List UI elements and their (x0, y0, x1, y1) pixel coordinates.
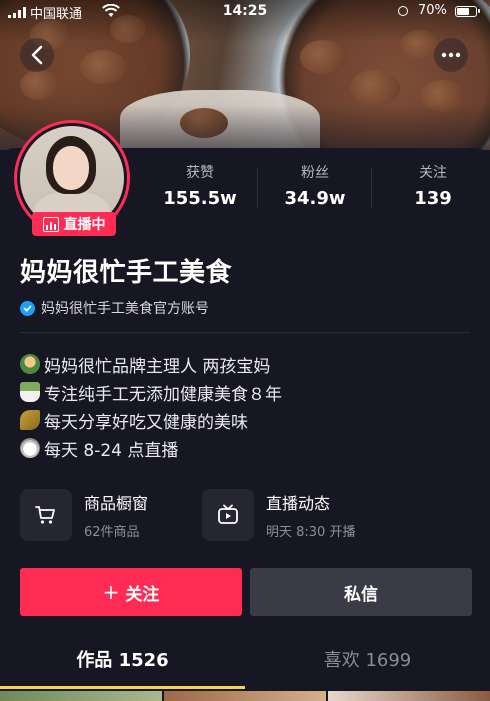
tv-play-icon (218, 504, 238, 524)
video-grid (0, 691, 490, 701)
shop-window-entry[interactable]: 商品橱窗 62件商品 (20, 488, 148, 542)
back-button[interactable] (20, 38, 54, 72)
status-bar: 中国联通 14:25 70% (0, 0, 490, 24)
tea-cup-emoji-icon (20, 382, 40, 402)
stat-following[interactable]: 关注 139 (391, 162, 475, 209)
stat-value: 139 (414, 188, 452, 209)
bio-line: 每天 8-24 点直播 (20, 434, 282, 462)
bio-text: 专注纯手工无添加健康美食８年 (44, 384, 282, 405)
bio-text: 每天 8-24 点直播 (44, 440, 179, 461)
content-tabs: 作品 1526 喜欢 1699 (0, 646, 490, 686)
stat-label: 关注 (419, 165, 447, 181)
tab-works[interactable]: 作品 1526 (0, 646, 245, 672)
message-label: 私信 (344, 584, 378, 605)
food-plate-emoji-icon (20, 410, 40, 430)
stat-value: 155.5w (163, 188, 237, 209)
stat-followers[interactable]: 粉丝 34.9w (270, 162, 360, 209)
bio-line: 每天分享好吃又健康的美味 (20, 406, 282, 434)
message-button[interactable]: 私信 (250, 568, 472, 616)
live-schedule-title: 直播动态 (266, 494, 331, 513)
video-thumbnail[interactable] (328, 691, 490, 701)
verification-text: 妈妈很忙手工美食官方账号 (41, 301, 209, 317)
clock: 14:25 (222, 3, 268, 19)
follow-label: 关注 (125, 584, 160, 605)
tab-indicator (0, 686, 245, 689)
more-dots-icon (441, 52, 461, 58)
stat-value: 34.9w (284, 188, 346, 209)
stat-label: 粉丝 (301, 165, 329, 181)
bio-line: 妈妈很忙品牌主理人 两孩宝妈 (20, 350, 282, 378)
shopping-cart-icon (35, 506, 55, 524)
stat-label: 获赞 (186, 165, 214, 181)
chevron-left-icon (31, 45, 43, 65)
live-schedule-subtitle: 明天 8:30 开播 (266, 525, 356, 540)
bio-text: 妈妈很忙品牌主理人 两孩宝妈 (44, 356, 271, 377)
video-thumbnail[interactable] (164, 691, 326, 701)
live-badge[interactable]: 直播中 (32, 212, 116, 236)
shop-window-title: 商品橱窗 (84, 494, 149, 513)
live-bars-icon (42, 216, 59, 232)
more-button[interactable] (434, 38, 468, 72)
follow-button[interactable]: + 关注 (20, 568, 242, 616)
profile-bio: 妈妈很忙品牌主理人 两孩宝妈 专注纯手工无添加健康美食８年 每天分享好吃又健康的… (20, 350, 282, 462)
profile-stats: 获赞 155.5w 粉丝 34.9w 关注 139 (155, 162, 475, 222)
stopwatch-emoji-icon (20, 438, 40, 458)
shop-window-subtitle: 62件商品 (84, 525, 140, 540)
avatar-emoji-icon (20, 354, 40, 374)
battery-percent: 70% (418, 3, 447, 18)
divider (20, 332, 470, 333)
video-thumbnail[interactable] (0, 691, 162, 701)
stat-likes[interactable]: 获赞 155.5w (155, 162, 245, 209)
live-schedule-entry[interactable]: 直播动态 明天 8:30 开播 (202, 488, 355, 542)
verification-line: 妈妈很忙手工美食官方账号 (20, 298, 209, 318)
bio-line: 专注纯手工无添加健康美食８年 (20, 378, 282, 406)
live-badge-label: 直播中 (63, 217, 106, 233)
profile-nickname: 妈妈很忙手工美食 (20, 258, 233, 288)
bio-text: 每天分享好吃又健康的美味 (44, 412, 248, 433)
orientation-lock-icon (398, 6, 408, 16)
plus-icon: + (102, 580, 120, 604)
tab-likes[interactable]: 喜欢 1699 (245, 646, 490, 672)
verified-check-icon (20, 300, 35, 316)
battery-icon (455, 6, 480, 17)
